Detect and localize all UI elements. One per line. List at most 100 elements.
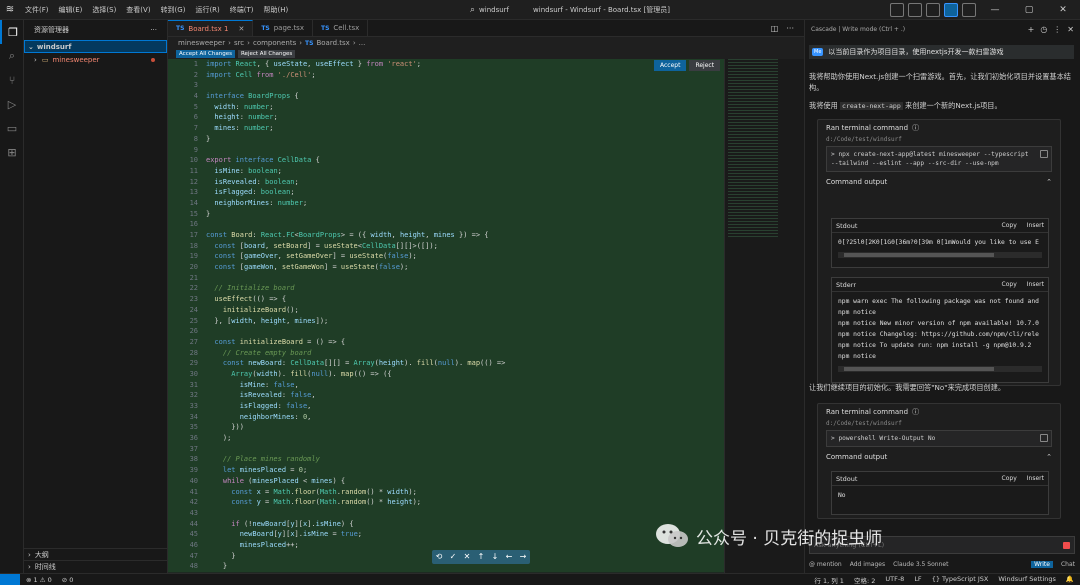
close-icon[interactable]: ✕ [1067, 25, 1074, 34]
code-line[interactable]: 39 let minesPlaced = 0; [168, 465, 724, 476]
code-line[interactable]: 20 const [gameWon, setGameWon] = useStat… [168, 262, 724, 273]
code-line[interactable]: 32 isRevealed: false, [168, 390, 724, 401]
split-editor-icon[interactable]: ◫ [771, 24, 779, 33]
code-line[interactable]: 22 // Initialize board [168, 283, 724, 295]
code-line[interactable]: 38 // Place mines randomly [168, 454, 724, 466]
menu-help[interactable]: 帮助(H) [259, 0, 294, 20]
code-line[interactable]: 7 mines: number; [168, 123, 724, 134]
code-editor[interactable]: 1 import React, { useState, useEffect } f… [168, 59, 724, 573]
folder-minesweeper[interactable]: › ▭ minesweeper [24, 53, 167, 66]
code-line[interactable]: 28 // Create empty board [168, 347, 724, 359]
code-line[interactable]: 16 [168, 219, 724, 230]
code-line[interactable]: 42 const y = Math.floor(Math.random() * … [168, 497, 724, 508]
code-line[interactable]: 23 useEffect(() => { [168, 294, 724, 305]
add-images-button[interactable]: Add images [850, 561, 885, 568]
maximize-icon[interactable]: ▢ [1012, 0, 1046, 20]
customize-layout-icon[interactable] [962, 3, 976, 17]
menu-file[interactable]: 文件(F) [20, 0, 54, 20]
code-line[interactable]: 26 [168, 326, 724, 337]
stop-icon[interactable] [1063, 541, 1070, 549]
code-line[interactable]: 2 import Cell from './Cell'; [168, 69, 724, 81]
close-window-icon[interactable]: ✕ [1046, 0, 1080, 20]
encoding[interactable]: UTF-8 [885, 575, 904, 585]
breadcrumb-item[interactable]: src [234, 39, 244, 47]
scrollbar-thumb[interactable] [844, 367, 994, 371]
code-line[interactable]: 29 const newBoard: CellData[][] = Array(… [168, 358, 724, 369]
horizontal-scrollbar[interactable] [838, 252, 1042, 258]
minimap[interactable] [724, 59, 804, 573]
check-icon[interactable]: ✓ [446, 550, 460, 564]
code-line[interactable]: 40 while (minesPlaced < mines) { [168, 475, 724, 487]
history-icon[interactable]: ◷ [1040, 25, 1047, 34]
remote-indicator-icon[interactable] [0, 573, 20, 585]
code-line[interactable]: 44 if (!newBoard[y][x].isMine) { [168, 518, 724, 530]
code-line[interactable]: 37 [168, 443, 724, 455]
menu-edit[interactable]: 编辑(E) [54, 0, 88, 20]
code-line[interactable]: 27 const initializeBoard = () => { [168, 336, 724, 348]
copy-icon[interactable] [1040, 150, 1048, 158]
reject-all-button[interactable]: Reject All Changes [237, 49, 296, 58]
accept-button[interactable]: Accept [654, 60, 687, 71]
breadcrumb-item[interactable]: minesweeper [178, 39, 225, 47]
code-line[interactable]: 19 const [gameOver, setGameOver] = useSt… [168, 251, 724, 263]
breadcrumb-item[interactable]: components [253, 39, 296, 47]
code-line[interactable]: 21 [168, 272, 724, 284]
tab-page[interactable]: TS page.tsx [253, 20, 313, 36]
code-line[interactable]: 3 [168, 80, 724, 92]
remote-explorer-icon[interactable]: ▭ [0, 116, 24, 140]
model-selector[interactable]: Claude 3.5 Sonnet [893, 561, 948, 568]
toggle-panel-icon[interactable] [908, 3, 922, 17]
code-line[interactable]: 15} [168, 208, 724, 220]
insert-button[interactable]: Insert [1027, 222, 1044, 229]
more-actions-icon[interactable]: ⋮ [1053, 25, 1061, 34]
explorer-icon[interactable]: ❐ [0, 20, 24, 44]
run-debug-icon[interactable]: ▷ [0, 92, 24, 116]
insert-button[interactable]: Insert [1027, 281, 1044, 288]
arrow-up-icon[interactable]: ↑ [474, 550, 488, 564]
undo-icon[interactable]: ⟲ [432, 550, 446, 564]
code-line[interactable]: 14 neighborMines: number; [168, 197, 724, 209]
code-line[interactable]: 17 const Board: React.FC<BoardProps> = ({… [168, 230, 724, 241]
bell-icon[interactable]: 🔔 [1066, 575, 1074, 585]
copy-button[interactable]: Copy [1002, 281, 1017, 288]
code-line[interactable]: 18 const [board, setBoard] = useState<Ce… [168, 240, 724, 252]
code-line[interactable]: 25 }, [width, height, mines]); [168, 315, 724, 327]
chat-mode-button[interactable]: Chat [1061, 561, 1075, 568]
menu-selection[interactable]: 选择(S) [87, 0, 121, 20]
command-center[interactable]: ⌕ windsurf windsurf - Windsurf - Board.t… [470, 3, 670, 17]
ports-status[interactable]: ⊘ 0 [62, 576, 74, 584]
breadcrumb-item[interactable]: ... [359, 39, 366, 47]
code-line[interactable]: 10 export interface CellData { [168, 155, 724, 166]
code-line[interactable]: 35 })) [168, 422, 724, 434]
code-line[interactable]: 24 initializeBoard(); [168, 304, 724, 316]
command-output-toggle[interactable]: Command output ⌃ [818, 450, 1060, 464]
cursor-position[interactable]: 行 1, 列 1 [814, 575, 844, 585]
arrow-left-icon[interactable]: ← [502, 550, 516, 564]
timeline-section[interactable]: › 时间线 [24, 560, 168, 572]
code-line[interactable]: 12 isRevealed: boolean; [168, 176, 724, 188]
toggle-secondary-sidebar-icon[interactable] [926, 3, 940, 17]
menu-run[interactable]: 运行(R) [190, 0, 224, 20]
horizontal-scrollbar[interactable] [838, 366, 1042, 372]
copy-button[interactable]: Copy [1002, 475, 1017, 482]
menu-view[interactable]: 查看(V) [121, 0, 155, 20]
language-mode[interactable]: {} TypeScript JSX [932, 575, 989, 585]
problems-status[interactable]: ⊗ 1 ⚠ 0 [26, 576, 52, 584]
outline-section[interactable]: › 大纲 [24, 548, 168, 560]
toggle-sidebar-icon[interactable] [890, 3, 904, 17]
line-ending[interactable]: LF [914, 575, 921, 585]
code-line[interactable]: 41 const x = Math.floor(Math.random() * … [168, 486, 724, 498]
close-icon[interactable]: ✕ [238, 25, 244, 33]
code-line[interactable]: 9 [168, 144, 724, 156]
code-line[interactable]: 31 isMine: false, [168, 379, 724, 391]
search-icon[interactable]: ⌕ [0, 44, 24, 68]
folder-windsurf[interactable]: ⌄ windsurf [24, 40, 167, 53]
code-line[interactable]: 11 isMine: boolean; [168, 165, 724, 177]
accept-all-button[interactable]: Accept All Changes [176, 49, 235, 58]
more-actions-icon[interactable]: ··· [786, 24, 794, 33]
arrow-down-icon[interactable]: ↓ [488, 550, 502, 564]
code-line[interactable]: 6 height: number; [168, 112, 724, 124]
copy-button[interactable]: Copy [1002, 222, 1017, 229]
reject-button[interactable]: Reject [689, 60, 721, 71]
scrollbar-thumb[interactable] [844, 253, 994, 257]
